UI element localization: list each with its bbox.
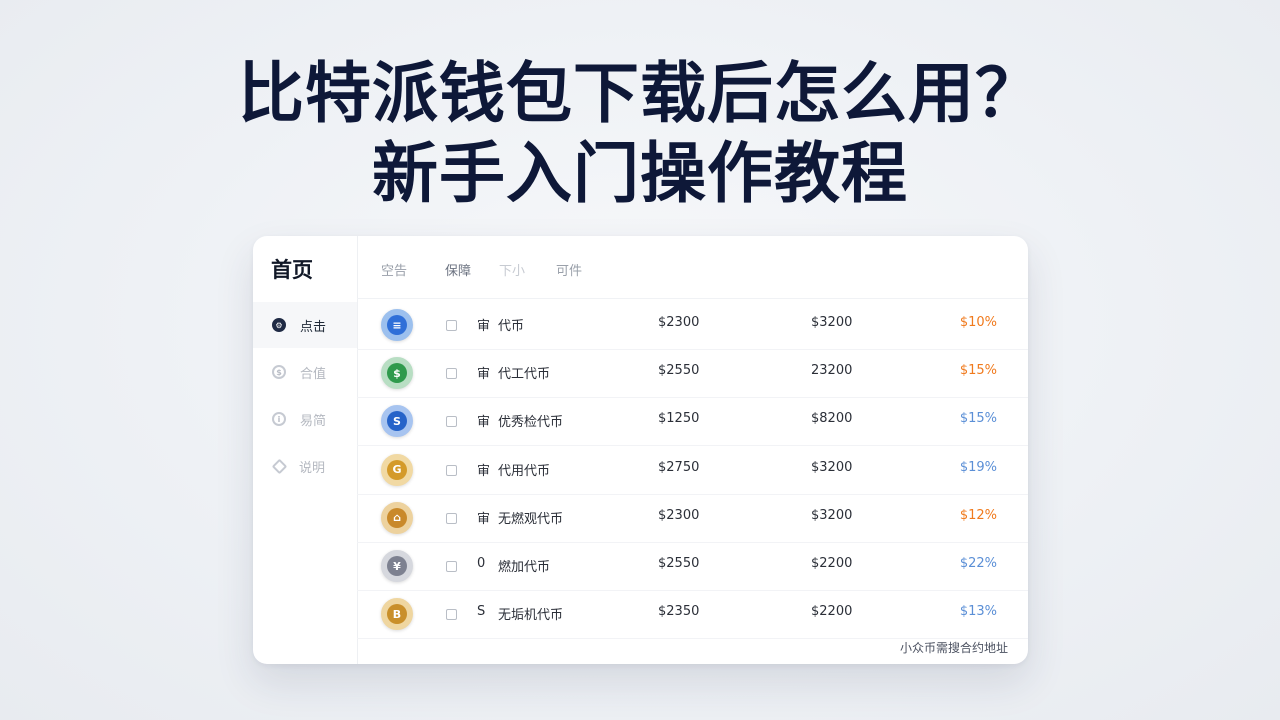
token-value: $8200 [811,411,853,427]
token-value: $3200 [811,315,853,330]
diamond-icon [271,458,288,474]
row-checkbox[interactable] [446,512,457,524]
row-mark: 审 [477,511,491,527]
home-title: 首页 [271,258,313,282]
headline-line-2: 新手入门操作教程 [372,135,908,212]
blue-coin-icon: ≡ [381,309,413,341]
row-mark: 审 [477,463,491,479]
tab-3[interactable]: 下小 [499,260,525,279]
token-price: $2350 [658,604,700,620]
row-checkbox[interactable] [446,464,457,476]
token-row[interactable]: G 审代用代币 $2750 $3200 $19% [357,446,1028,495]
row-mark: 审 [477,415,491,431]
token-value: $3200 [811,459,853,475]
row-checkbox[interactable] [446,609,457,621]
token-row[interactable]: S 审优秀检代币 $1250 $8200 $15% [357,397,1028,447]
sidebar-item-label: 点击 [300,319,327,335]
token-row[interactable]: ⌂ 审无燃观代币 $2300 $3200 $12% [357,494,1028,543]
sidebar-item-value[interactable]: $ 合值 [253,349,357,395]
token-row[interactable]: ≡ 审代币 $2300 $3200 $10% [357,301,1028,350]
row-checkbox[interactable] [446,320,457,331]
token-change: $12% [959,507,997,523]
info-circle-icon: i [272,412,286,426]
sidebar-item-simple[interactable]: i 易简 [253,396,357,442]
green-coin-icon: $ [381,357,413,390]
sidebar-item-label: 说明 [299,460,326,476]
coin-circle-icon: $ [272,365,286,379]
row-mark: 审 [477,319,491,334]
token-price: $1250 [658,411,700,427]
coin-glyph-icon: $ [387,363,407,384]
row-mark: 审 [477,367,491,383]
token-name: 无燃观代币 [498,511,564,527]
token-row[interactable]: ¥0 燃加代币 $2550 $2200 $22% [357,542,1028,591]
token-value: 23200 [811,363,853,379]
footer-note: 小众币需搜合约地址 [899,641,1008,655]
token-name: 代币 [498,319,525,334]
coin-glyph-icon: B [387,604,407,625]
coin-glyph-icon: ⌂ [387,507,407,528]
tab-1[interactable]: 空告 [381,260,407,279]
token-change: $15% [959,363,997,379]
sidebar-item-click[interactable]: ⚙ 点击 [253,302,357,348]
silver-coin-icon: ¥ [381,550,413,582]
token-change: $15% [959,411,997,427]
token-price: $2550 [658,556,700,571]
row-mark: S [477,604,486,620]
coin-glyph-icon: G [387,459,407,480]
token-price: $2300 [658,315,700,330]
headline-line-1: 比特派钱包下载后怎么用？ [238,55,1042,132]
blue-s-coin-icon: S [381,405,413,438]
coin-glyph-icon: ≡ [387,315,407,335]
tab-bar: 空告 保障 下小 可件 + [357,236,1028,299]
token-value: $2200 [811,604,853,620]
token-price: $2750 [658,459,700,475]
token-value: $2200 [811,556,853,571]
token-change: $13% [959,604,997,620]
token-row[interactable]: $ 审代工代币 $2550 23200 $15% [357,349,1028,399]
token-price: $2300 [658,507,700,523]
token-change: $22% [959,556,997,571]
token-value: $3200 [811,507,853,523]
row-checkbox[interactable] [446,416,457,428]
row-checkbox[interactable] [446,368,457,380]
sidebar-item-label: 易简 [300,413,327,429]
sidebar: 首页 ⚙ 点击 $ 合值 i 易简 说明 [253,236,358,664]
row-mark: 0 [477,556,486,571]
coin-glyph-icon: ¥ [387,556,407,576]
token-change: $19% [959,459,997,475]
token-name: 燃加代币 [498,560,551,575]
token-row[interactable]: B S 无垢机代币 $2350 $2200 $13% [357,590,1028,640]
token-change: $10% [959,315,997,330]
token-name: 优秀检代币 [498,415,564,431]
tab-2[interactable]: 保障 [445,260,471,279]
token-name: 代用代币 [498,463,551,479]
settings-icon: ⚙ [272,318,286,332]
tab-4[interactable]: 可件 [556,260,582,279]
gold-coin-icon: G [381,453,413,486]
row-checkbox[interactable] [446,561,457,572]
token-price: $2550 [658,363,700,379]
coin-glyph-icon: S [387,411,407,432]
wallet-panel: 首页 ⚙ 点击 $ 合值 i 易简 说明 空告 保障 下小 可件 + ≡审代币$… [253,236,1028,664]
token-name: 无垢机代币 [498,608,564,624]
sidebar-item-label: 合值 [300,366,327,382]
gold-coin-icon: B [381,598,413,631]
sidebar-item-guide[interactable]: 说明 [253,443,357,489]
gold-coin-icon: ⌂ [381,501,413,534]
token-name: 代工代币 [498,367,551,383]
